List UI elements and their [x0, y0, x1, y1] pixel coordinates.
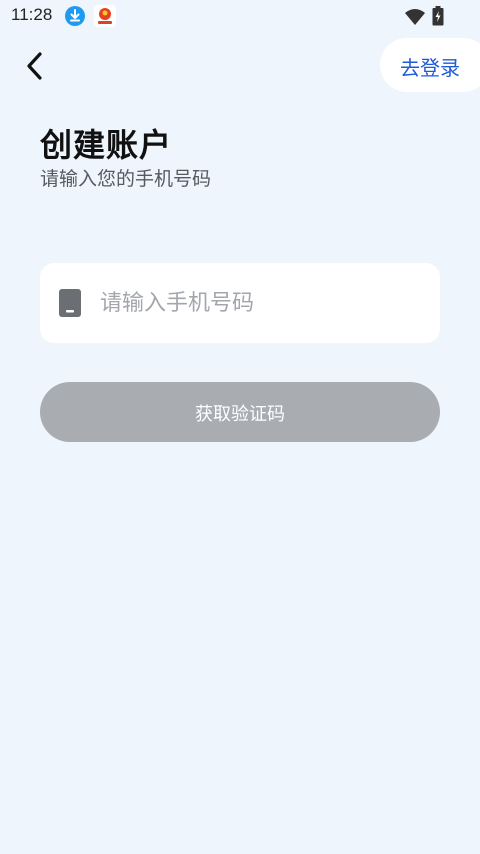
wifi-icon	[404, 8, 426, 26]
battery-charging-icon	[432, 6, 444, 26]
get-code-button[interactable]: 获取验证码	[40, 382, 440, 442]
go-login-button[interactable]: 去登录	[380, 38, 480, 92]
phone-input[interactable]	[100, 281, 420, 325]
go-login-label: 去登录	[400, 56, 460, 80]
chevron-left-icon	[20, 52, 52, 88]
phone-device-icon	[59, 289, 81, 317]
app-notification-icon	[94, 5, 116, 27]
phone-field[interactable]	[40, 263, 440, 343]
status-time: 11:28	[11, 5, 53, 24]
page-title: 创建账户	[40, 126, 173, 164]
page-subtitle: 请输入您的手机号码	[40, 168, 212, 190]
get-code-label: 获取验证码	[195, 404, 285, 425]
download-icon	[65, 6, 85, 26]
status-bar: 11:28	[0, 0, 480, 32]
back-button[interactable]	[20, 48, 52, 84]
